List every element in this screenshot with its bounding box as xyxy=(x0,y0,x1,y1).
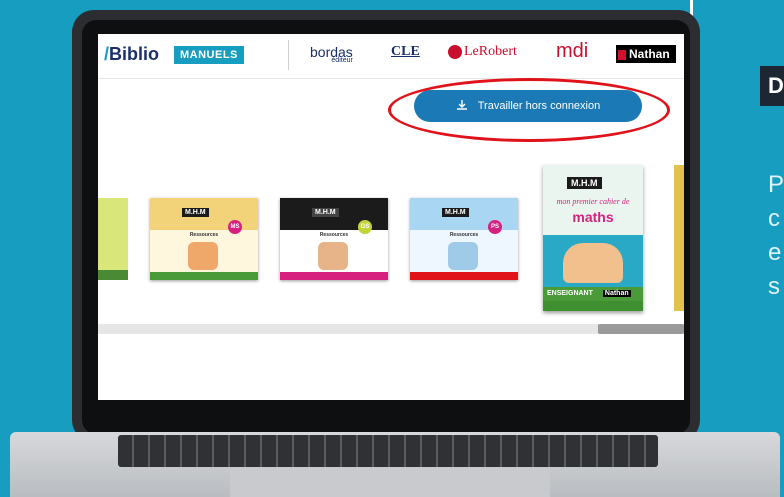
cover-title: M.H.M xyxy=(312,208,339,217)
brand-lerobert[interactable]: LeRobert xyxy=(448,44,517,60)
cover-illustration xyxy=(318,242,348,270)
app-header: /Biblio MANUELS bordas éditeur CLE LeRobe… xyxy=(98,34,684,79)
cover-level: GS xyxy=(358,220,372,234)
cover-illustration xyxy=(188,242,218,270)
lerobert-logo-icon xyxy=(448,44,462,59)
featured-cover-subtitle: mon premier cahier de xyxy=(556,197,630,206)
featured-cover-edition: ENSEIGNANT Nathan xyxy=(543,287,643,301)
header-divider xyxy=(288,40,289,70)
cover-illustration xyxy=(448,242,478,270)
side-text: P c e s xyxy=(768,171,784,300)
cover-title: M.H.M xyxy=(442,208,469,217)
biblio-logo[interactable]: /Biblio xyxy=(104,44,159,65)
scrollbar-thumb[interactable] xyxy=(598,324,684,334)
featured-book-cover[interactable]: M.H.M mon premier cahier de maths ENSEIG… xyxy=(543,165,643,311)
manuels-badge[interactable]: MANUELS xyxy=(174,46,244,64)
featured-cover-subject: maths xyxy=(572,209,614,225)
highlight-circle-annotation xyxy=(388,78,670,142)
cover-level: PS xyxy=(488,220,502,234)
book-cover-partial-right[interactable] xyxy=(674,165,684,311)
nathan-logo-icon xyxy=(618,49,626,60)
cover-title: M.H.M xyxy=(182,208,209,217)
side-heading: D xyxy=(760,66,784,106)
brand-nathan[interactable]: Nathan xyxy=(616,45,676,63)
cover-label: Ressources xyxy=(449,232,479,238)
laptop-keyboard xyxy=(118,435,658,467)
cover-level: MS xyxy=(228,220,242,234)
book-cover-partial-left[interactable] xyxy=(98,198,128,280)
cover-label: Ressources xyxy=(189,232,219,238)
laptop-trackpad xyxy=(230,468,550,497)
book-cover[interactable]: M.H.M Ressources MS xyxy=(150,198,258,280)
horizontal-scrollbar[interactable] xyxy=(98,324,684,334)
laptop-screen: /Biblio MANUELS bordas éditeur CLE LeRobe… xyxy=(98,34,684,400)
book-cover[interactable]: M.H.M Ressources PS xyxy=(410,198,518,280)
brand-bordas[interactable]: bordas éditeur xyxy=(310,44,353,64)
brand-cle[interactable]: CLE xyxy=(391,44,420,60)
featured-cover-title: M.H.M xyxy=(567,177,602,189)
book-cover[interactable]: M.H.M Ressources GS xyxy=(280,198,388,280)
cover-label: Ressources xyxy=(319,232,349,238)
featured-cover-illustration xyxy=(563,243,623,283)
brand-mdi[interactable]: mdi xyxy=(556,40,588,63)
